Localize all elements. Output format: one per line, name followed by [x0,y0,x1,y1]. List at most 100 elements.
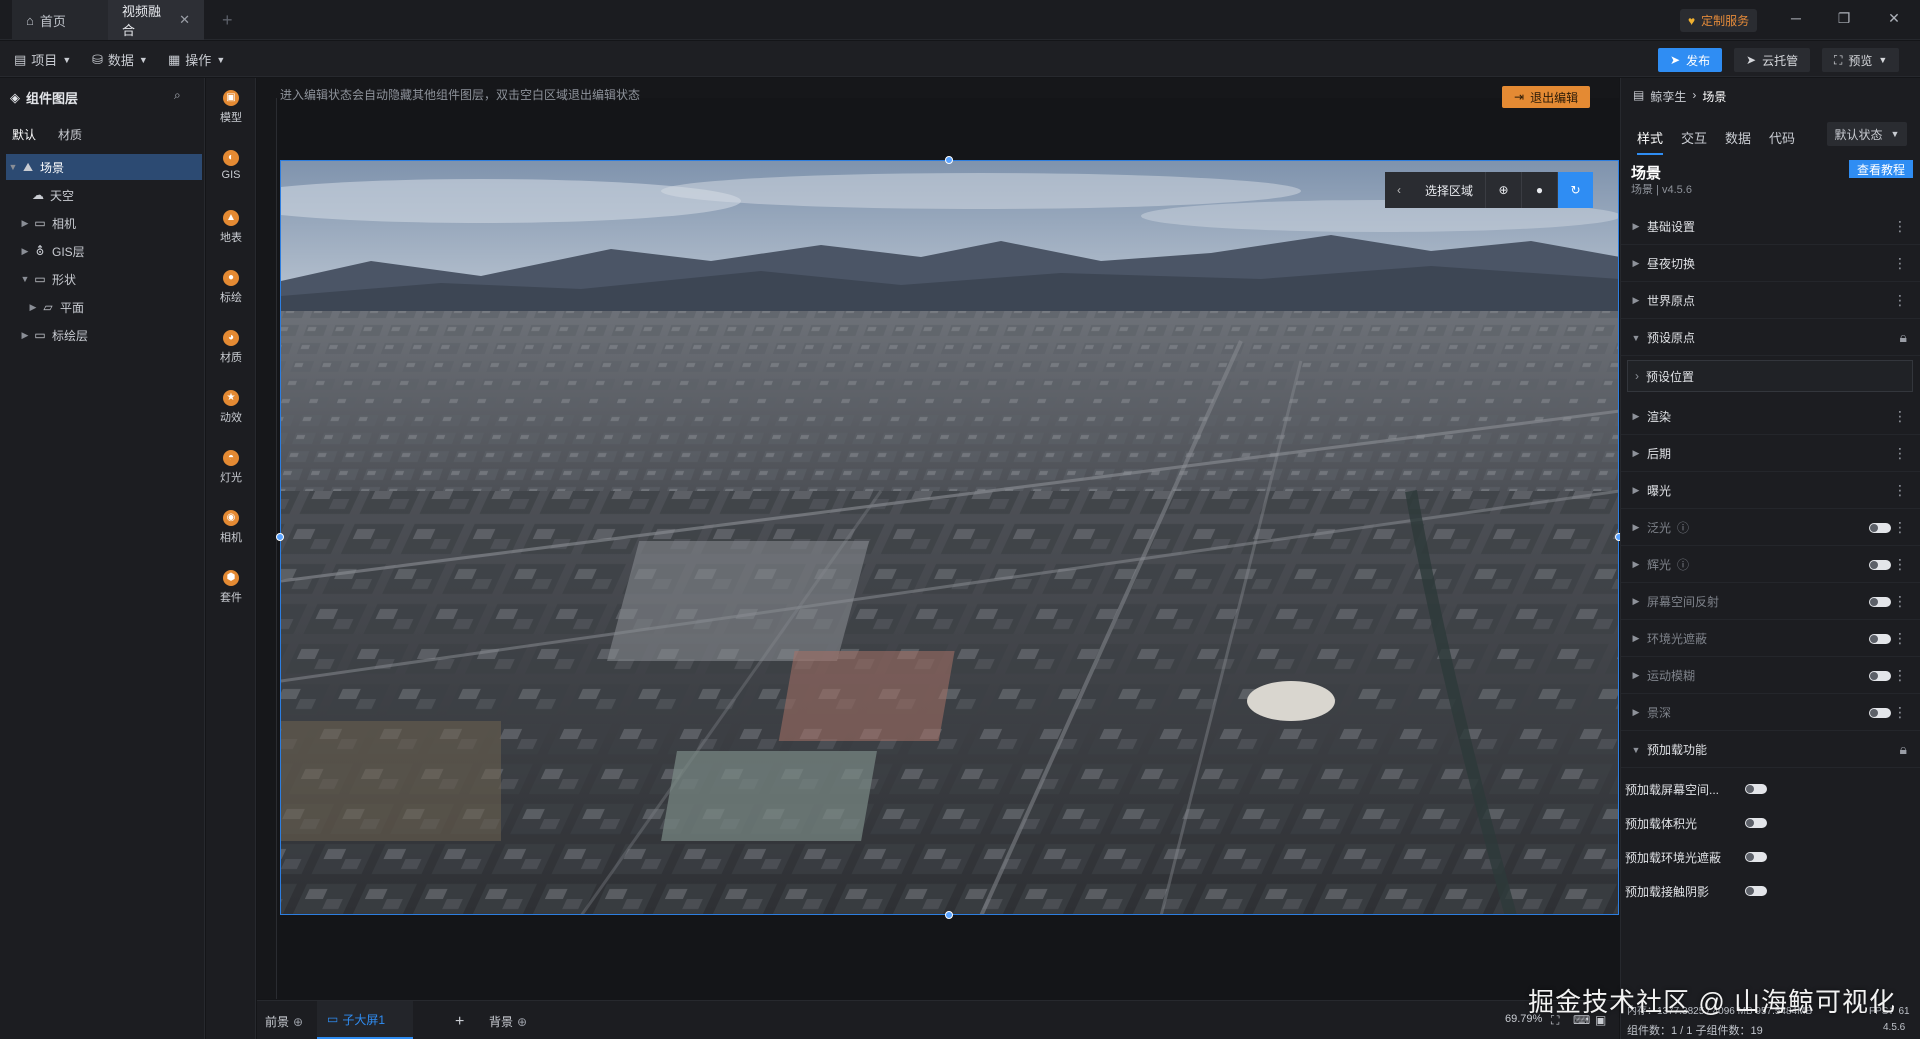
bloom-toggle[interactable] [1869,522,1891,533]
section-glow[interactable]: ▶ 辉光 ⓘ ⋮ [1621,547,1920,583]
tree-item-plane[interactable]: ▶ ▱ 平面 [6,294,202,320]
iconbar-kit[interactable]: ⬢ 套件 [206,570,256,605]
more-icon[interactable]: ⋮ [1893,556,1907,573]
more-icon[interactable]: ⋮ [1893,482,1907,499]
more-icon[interactable]: ⋮ [1893,630,1907,647]
minimize-icon[interactable]: ─ [1786,10,1806,26]
more-icon[interactable]: ⋮ [1893,519,1907,536]
foreground-tab[interactable]: 前景 ⊕ [265,1013,303,1030]
section-post[interactable]: ▶ 后期 ⋮ [1621,436,1920,472]
close-window-icon[interactable]: ✕ [1884,10,1904,27]
section-ssr[interactable]: ▶ 屏幕空间反射 ⋮ [1621,584,1920,620]
section-basic[interactable]: ▶ 基础设置 ⋮ [1621,209,1920,245]
tree-item-sky[interactable]: ☁ 天空 [6,182,202,208]
tutorial-button[interactable]: 查看教程 [1849,160,1914,178]
ao-toggle[interactable] [1869,633,1891,644]
more-icon[interactable]: ⋮ [1893,593,1907,610]
more-icon[interactable]: ⋮ [1893,408,1907,425]
caret-right-icon[interactable]: ▶ [18,246,32,257]
tab-video-fusion[interactable]: 视频融合 ✕ [108,0,204,40]
rotate-icon[interactable]: ↻ [1557,172,1594,208]
publish-button[interactable]: ➤ 发布 [1658,48,1723,72]
resize-handle-top[interactable] [945,156,953,164]
section-dof[interactable]: ▶ 景深 ⋮ [1621,695,1920,731]
tree-item-gis[interactable]: ▶ ⛢ GIS层 [6,238,202,264]
breadcrumb-root[interactable]: 鲸孪生 [1650,88,1686,105]
cloud-hosting-button[interactable]: ➤ 云托管 [1734,48,1811,72]
lock-icon[interactable]: 🔒︎ [1900,741,1907,758]
menu-project[interactable]: ▤ 项目 ▼ [14,50,71,69]
iconbar-material[interactable]: ◕ 材质 [206,330,256,365]
tab-interaction[interactable]: 交互 [1681,128,1707,155]
preset-position-item[interactable]: › 预设位置 [1627,360,1913,392]
section-preset-origin[interactable]: ▼ 预设原点 🔒︎ [1621,320,1920,356]
section-bloom[interactable]: ▶ 泛光 ⓘ ⋮ [1621,510,1920,546]
globe-icon[interactable]: ⊕ [1485,172,1522,208]
dof-toggle[interactable] [1869,707,1891,718]
section-render[interactable]: ▶ 渲染 ⋮ [1621,399,1920,435]
close-icon[interactable]: ✕ [179,12,190,28]
iconbar-marker[interactable]: ● 标绘 [206,270,256,305]
add-screen-icon[interactable]: + [455,1013,464,1031]
more-icon[interactable]: ⋮ [1893,292,1907,309]
help-icon[interactable]: ⓘ [1677,556,1689,573]
preload-contact-shadow-toggle[interactable] [1745,886,1767,896]
section-motion-blur[interactable]: ▶ 运动模糊 ⋮ [1621,658,1920,694]
tree-item-camera[interactable]: ▶ ▭ 相机 [6,210,202,236]
more-icon[interactable]: ⋮ [1893,255,1907,272]
preload-ao-toggle[interactable] [1745,852,1767,862]
more-icon[interactable]: ⋮ [1893,218,1907,235]
resize-handle-bottom[interactable] [945,911,953,919]
section-exposure[interactable]: ▶ 曝光 ⋮ [1621,473,1920,509]
background-tab[interactable]: 背景 ⊕ [489,1013,527,1030]
select-region-label[interactable]: 选择区域 [1413,182,1485,199]
menu-data[interactable]: ⛁ 数据 ▼ [92,50,148,69]
ssr-toggle[interactable] [1869,596,1891,607]
iconbar-effect[interactable]: ★ 动效 [206,390,256,425]
tab-material[interactable]: 材质 [58,126,82,143]
preload-ssr-toggle[interactable] [1745,784,1767,794]
resize-handle-left[interactable] [276,533,284,541]
iconbar-camera[interactable]: ◉ 相机 [206,510,256,545]
more-icon[interactable]: ⋮ [1893,704,1907,721]
tab-style[interactable]: 样式 [1637,128,1664,155]
caret-down-icon[interactable]: ▼ [6,162,20,172]
tree-item-shape[interactable]: ▼ ▭ 形状 [6,266,202,292]
add-tab-icon[interactable]: + [222,10,233,31]
preview-button[interactable]: ⛶ 预览 ▼ [1822,48,1900,72]
section-ao[interactable]: ▶ 环境光遮蔽 ⋮ [1621,621,1920,657]
more-icon[interactable]: ⋮ [1893,667,1907,684]
caret-down-icon[interactable]: ▼ [18,274,32,284]
iconbar-terrain[interactable]: ▲ 地表 [206,210,256,245]
tab-data[interactable]: 数据 [1725,128,1751,155]
add-circle-icon[interactable]: ⊕ [517,1015,527,1029]
add-circle-icon[interactable]: ⊕ [293,1015,303,1029]
menu-operation[interactable]: ▦ 操作 ▼ [168,50,225,69]
screen-tab[interactable]: ▭ 子大屏1 [317,1001,413,1039]
scene-viewport[interactable] [280,160,1619,915]
tree-item-scene[interactable]: ▼ ⛰ 场景 [6,154,202,180]
help-icon[interactable]: ⓘ [1677,519,1689,536]
iconbar-model[interactable]: ▣ 模型 [206,90,256,125]
motion-blur-toggle[interactable] [1869,670,1891,681]
search-icon[interactable]: ⌕ [174,88,181,103]
section-day-night[interactable]: ▶ 昼夜切换 ⋮ [1621,246,1920,282]
sphere-icon[interactable]: ● [1521,172,1558,208]
caret-right-icon[interactable]: ▶ [18,330,32,341]
tree-item-plot-layer[interactable]: ▶ ▭ 标绘层 [6,322,202,348]
section-world-origin[interactable]: ▶ 世界原点 ⋮ [1621,283,1920,319]
tab-code[interactable]: 代码 [1769,128,1795,155]
caret-right-icon[interactable]: ▶ [26,302,40,313]
caret-right-icon[interactable]: ▶ [18,218,32,229]
section-preload[interactable]: ▼ 预加载功能 🔒︎ [1621,732,1920,768]
state-select[interactable]: 默认状态 ▼ [1827,122,1907,146]
tab-home[interactable]: ⌂ 首页 [12,0,108,40]
chevron-left-icon[interactable]: ‹ [1385,183,1413,197]
more-icon[interactable]: ⋮ [1893,445,1907,462]
iconbar-gis[interactable]: ◐ GIS [206,150,256,181]
exit-edit-button[interactable]: ⇥ 退出编辑 [1502,86,1591,108]
iconbar-light[interactable]: ◓ 灯光 [206,450,256,485]
restore-icon[interactable]: ❐ [1834,10,1854,27]
tab-default[interactable]: 默认 [12,126,36,143]
glow-toggle[interactable] [1869,559,1891,570]
